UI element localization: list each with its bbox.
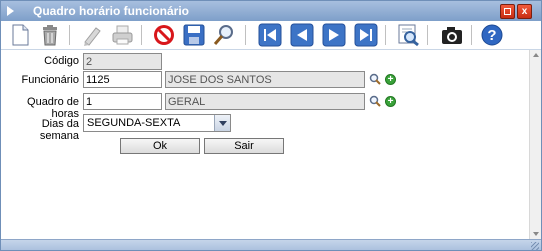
vertical-scrollbar[interactable]: [529, 50, 541, 239]
dias-semana-selected-value: SEGUNDA-SEXTA: [87, 117, 181, 129]
toolbar-separator: [245, 25, 246, 45]
ok-button[interactable]: Ok: [120, 138, 200, 154]
toolbar-separator: [141, 25, 142, 45]
maximize-icon: [504, 8, 511, 15]
svg-text:?: ?: [487, 27, 496, 44]
scroll-up-icon[interactable]: [533, 53, 539, 57]
funcionario-add-icon[interactable]: +: [385, 74, 396, 85]
last-record-icon[interactable]: [353, 23, 379, 47]
new-document-icon[interactable]: [7, 23, 33, 47]
toolbar-separator: [69, 25, 70, 45]
dias-semana-label: Dias da semana: [39, 118, 79, 142]
delete-trash-icon[interactable]: [37, 23, 63, 47]
toolbar-separator: [471, 25, 472, 45]
chevron-down-icon[interactable]: [214, 115, 230, 131]
toolbar-separator: [427, 25, 428, 45]
maximize-button[interactable]: [500, 4, 515, 19]
resize-grip-icon[interactable]: [531, 242, 539, 250]
title-bar[interactable]: Quadro horário funcionário x: [1, 1, 541, 22]
funcionario-search-icon[interactable]: [369, 73, 381, 85]
report-preview-icon[interactable]: [395, 23, 421, 47]
codigo-label: Código: [44, 55, 79, 67]
next-record-icon[interactable]: [321, 23, 347, 47]
search-magnifier-icon[interactable]: [211, 23, 237, 47]
sair-button[interactable]: Sair: [204, 138, 284, 154]
close-button[interactable]: x: [517, 4, 532, 19]
codigo-field: 2: [83, 53, 162, 70]
funcionario-name-field: JOSE DOS SANTOS: [165, 71, 365, 88]
close-icon: x: [521, 6, 528, 17]
toolbar: ?: [1, 21, 541, 50]
edit-pencil-icon[interactable]: [79, 23, 105, 47]
cancel-icon[interactable]: [151, 23, 177, 47]
previous-record-icon[interactable]: [289, 23, 315, 47]
help-icon[interactable]: ?: [479, 23, 505, 47]
toolbar-separator: [385, 25, 386, 45]
quadro-horas-name-field: GERAL: [165, 93, 365, 110]
dialog-window: Quadro horário funcionário x ? Código 2 …: [0, 0, 542, 251]
form-area: Código 2 Funcionário 1125 JOSE DOS SANTO…: [1, 50, 529, 240]
quadro-horas-add-icon[interactable]: +: [385, 96, 396, 107]
quadro-horas-label: Quadro de horas: [27, 96, 79, 120]
window-menu-icon[interactable]: [7, 6, 14, 16]
print-icon[interactable]: [109, 23, 135, 47]
window-title: Quadro horário funcionário: [33, 4, 190, 18]
scroll-down-icon[interactable]: [533, 232, 539, 236]
quadro-horas-search-icon[interactable]: [369, 95, 381, 107]
funcionario-label: Funcionário: [21, 74, 79, 86]
funcionario-code-input[interactable]: 1125: [83, 71, 162, 88]
dias-semana-select[interactable]: SEGUNDA-SEXTA: [83, 114, 231, 132]
save-disk-icon[interactable]: [181, 23, 207, 47]
first-record-icon[interactable]: [257, 23, 283, 47]
quadro-horas-code-input[interactable]: 1: [83, 93, 162, 110]
camera-icon[interactable]: [439, 23, 465, 47]
status-bar: [1, 239, 541, 250]
